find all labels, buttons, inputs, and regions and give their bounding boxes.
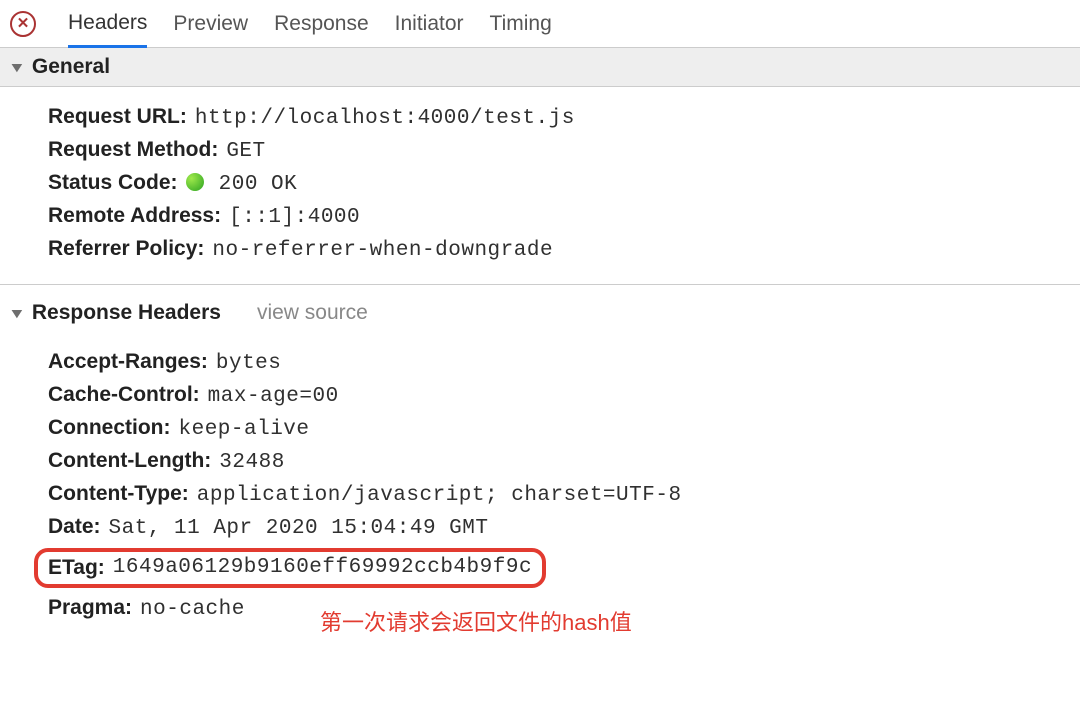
disclosure-triangle-icon: ▼ bbox=[8, 59, 26, 75]
etag-row: ETag: 1649a06129b9160eff69992ccb4b9f9c bbox=[48, 548, 1080, 588]
content-length-value: 32488 bbox=[219, 451, 285, 474]
date-row: Date: Sat, 11 Apr 2020 15:04:49 GMT bbox=[48, 515, 1080, 540]
pragma-value: no-cache bbox=[140, 598, 245, 621]
section-response-headers-title: Response Headers bbox=[32, 301, 221, 325]
content-type-row: Content-Type: application/javascript; ch… bbox=[48, 482, 1080, 507]
content-type-label: Content-Type: bbox=[48, 482, 189, 506]
tab-bar: ✕ Headers Preview Response Initiator Tim… bbox=[0, 0, 1080, 48]
tab-headers[interactable]: Headers bbox=[68, 0, 147, 48]
status-dot-icon bbox=[186, 173, 204, 191]
request-url-value: http://localhost:4000/test.js bbox=[195, 107, 575, 130]
tab-preview[interactable]: Preview bbox=[173, 0, 248, 48]
date-value: Sat, 11 Apr 2020 15:04:49 GMT bbox=[109, 517, 489, 540]
tab-timing[interactable]: Timing bbox=[490, 0, 552, 48]
etag-label: ETag: bbox=[48, 556, 105, 580]
etag-highlight-box: ETag: 1649a06129b9160eff69992ccb4b9f9c bbox=[34, 548, 546, 588]
etag-value: 1649a06129b9160eff69992ccb4b9f9c bbox=[113, 556, 532, 580]
connection-row: Connection: keep-alive bbox=[48, 416, 1080, 441]
cache-control-value: max-age=00 bbox=[208, 385, 339, 408]
referrer-policy-row: Referrer Policy: no-referrer-when-downgr… bbox=[48, 237, 1080, 262]
tab-initiator[interactable]: Initiator bbox=[395, 0, 464, 48]
annotation-text: 第一次请求会返回文件的hash值 bbox=[320, 605, 1080, 637]
referrer-policy-value: no-referrer-when-downgrade bbox=[212, 239, 553, 262]
disclosure-triangle-icon: ▼ bbox=[8, 305, 26, 321]
tab-response[interactable]: Response bbox=[274, 0, 369, 48]
request-url-row: Request URL: http://localhost:4000/test.… bbox=[48, 105, 1080, 130]
status-code-text: 200 OK bbox=[219, 173, 298, 196]
accept-ranges-value: bytes bbox=[216, 352, 282, 375]
request-method-label: Request Method: bbox=[48, 138, 218, 162]
content-length-label: Content-Length: bbox=[48, 449, 211, 473]
request-method-value: GET bbox=[226, 140, 265, 163]
date-label: Date: bbox=[48, 515, 101, 539]
status-code-value: 200 OK bbox=[186, 173, 298, 196]
remote-address-row: Remote Address: [::1]:4000 bbox=[48, 204, 1080, 229]
status-code-label: Status Code: bbox=[48, 171, 178, 195]
request-url-label: Request URL: bbox=[48, 105, 187, 129]
section-general-title: General bbox=[32, 55, 110, 79]
connection-value: keep-alive bbox=[178, 418, 309, 441]
content-length-row: Content-Length: 32488 bbox=[48, 449, 1080, 474]
general-kv-list: Request URL: http://localhost:4000/test.… bbox=[0, 87, 1080, 285]
close-icon[interactable]: ✕ bbox=[10, 11, 36, 37]
remote-address-value: [::1]:4000 bbox=[229, 206, 360, 229]
cache-control-row: Cache-Control: max-age=00 bbox=[48, 383, 1080, 408]
accept-ranges-row: Accept-Ranges: bytes bbox=[48, 350, 1080, 375]
accept-ranges-label: Accept-Ranges: bbox=[48, 350, 208, 374]
content-type-value: application/javascript; charset=UTF-8 bbox=[197, 484, 682, 507]
request-method-row: Request Method: GET bbox=[48, 138, 1080, 163]
status-code-row: Status Code: 200 OK bbox=[48, 171, 1080, 196]
pragma-label: Pragma: bbox=[48, 596, 132, 620]
referrer-policy-label: Referrer Policy: bbox=[48, 237, 204, 261]
response-headers-kv-list: Accept-Ranges: bytes Cache-Control: max-… bbox=[0, 332, 1080, 651]
section-response-headers-header[interactable]: ▼ Response Headers view source bbox=[0, 285, 1080, 332]
remote-address-label: Remote Address: bbox=[48, 204, 221, 228]
cache-control-label: Cache-Control: bbox=[48, 383, 200, 407]
connection-label: Connection: bbox=[48, 416, 170, 440]
view-source-link[interactable]: view source bbox=[257, 301, 368, 325]
section-general-header[interactable]: ▼ General bbox=[0, 48, 1080, 87]
